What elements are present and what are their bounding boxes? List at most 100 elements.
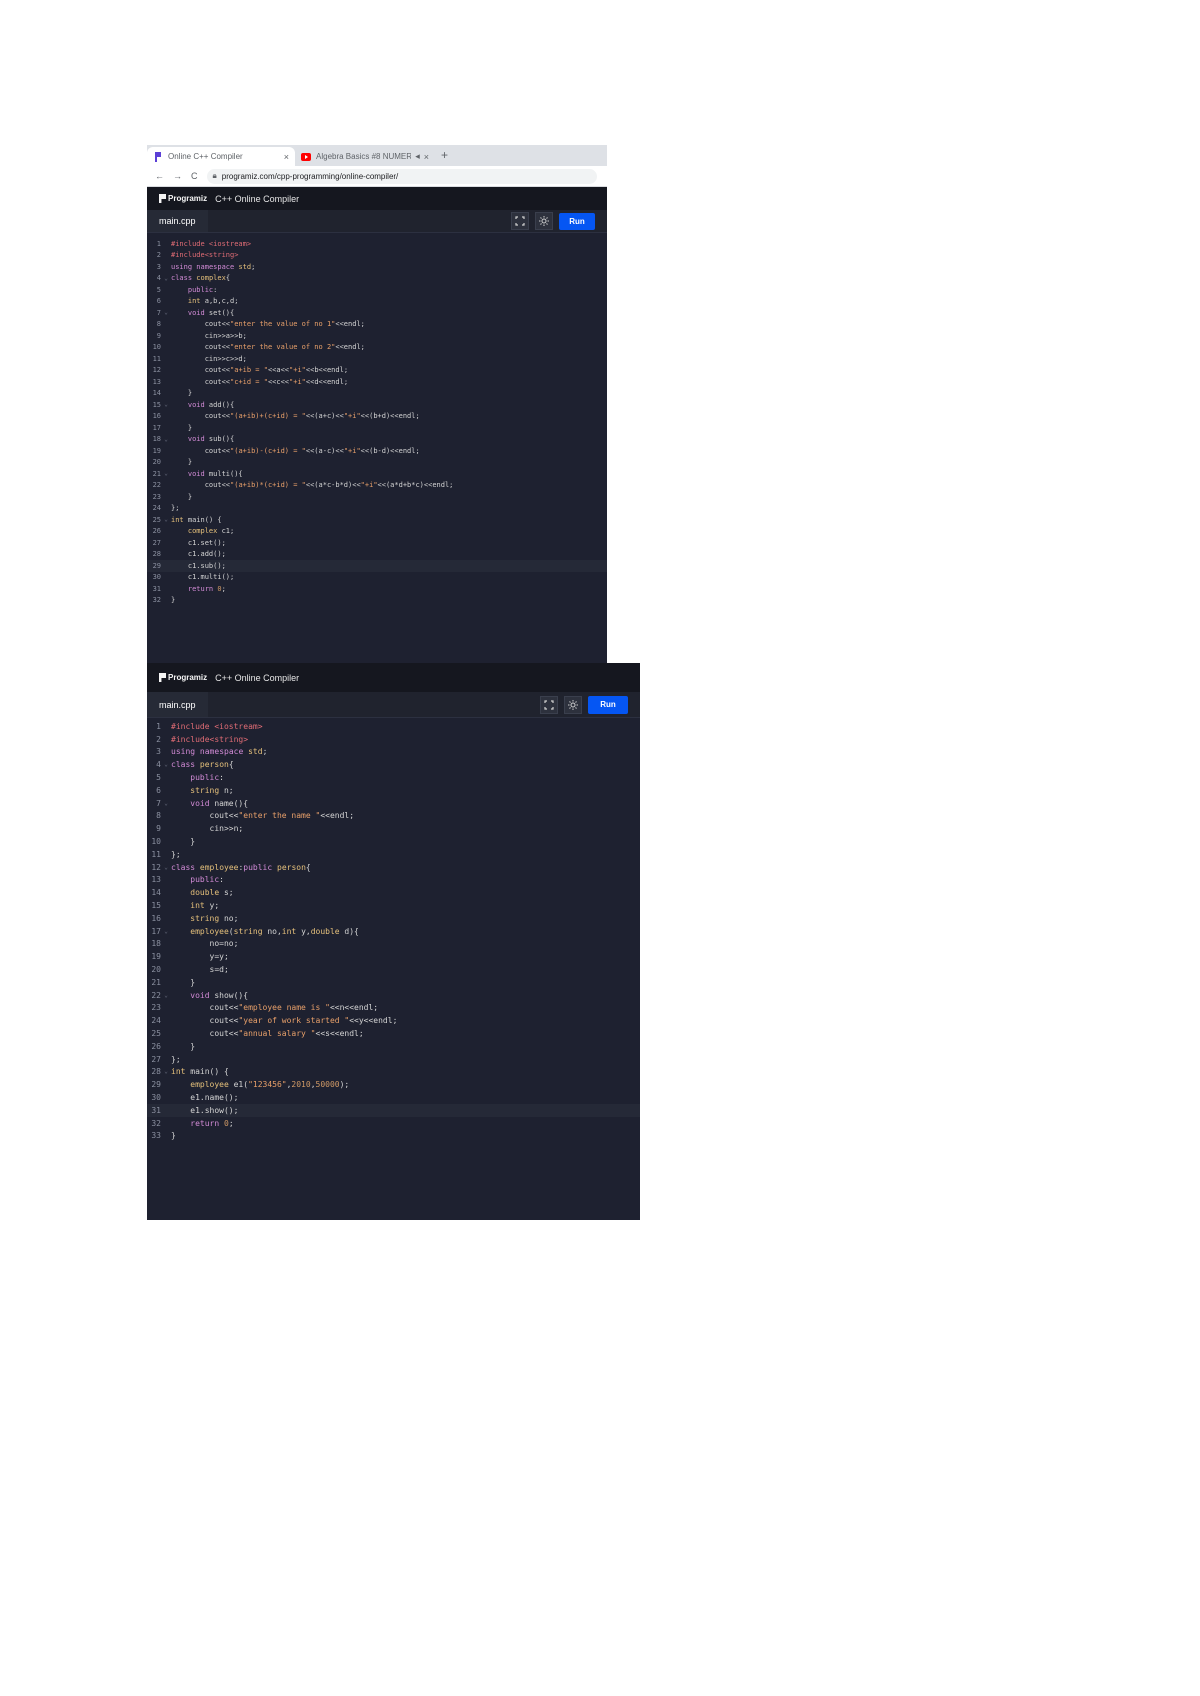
code-line[interactable]: 16 cout<<"(a+ib)+(c+id) = "<<(a+c)<<"+i"…	[147, 411, 607, 423]
programiz-logo[interactable]: Programiz	[159, 194, 207, 203]
code-line[interactable]: 22 ⌄ void show(){	[147, 989, 640, 1002]
code-line[interactable]: 32}	[147, 595, 607, 607]
code-line[interactable]: 11 cin>>c>>d;	[147, 353, 607, 365]
code-line[interactable]: 7 ⌄ void name(){	[147, 797, 640, 810]
code-line[interactable]: 17 }	[147, 422, 607, 434]
code-line[interactable]: 28 c1.add();	[147, 549, 607, 561]
code-line[interactable]: 10 }	[147, 835, 640, 848]
code-line[interactable]: 21 ⌄ void multi(){	[147, 468, 607, 480]
browser-tab-compiler[interactable]: Online C++ Compiler ×	[147, 147, 295, 166]
code-line[interactable]: 2 #include<string>	[147, 733, 640, 746]
code-line[interactable]: 23 }	[147, 491, 607, 503]
code-line[interactable]: 1 #include <iostream>	[147, 720, 640, 733]
fold-chevron-icon[interactable]: ⌄	[161, 1068, 171, 1075]
tab-close-icon[interactable]: ×	[284, 152, 289, 162]
code-line[interactable]: 1 #include <iostream>	[147, 238, 607, 250]
fold-chevron-icon[interactable]: ⌄	[161, 470, 171, 477]
code-line[interactable]: 29 c1.sub();	[147, 560, 607, 572]
speaker-icon[interactable]: ◂	[415, 151, 420, 162]
code-line[interactable]: 9 cin>>a>>b;	[147, 330, 607, 342]
code-line[interactable]: 13 cout<<"c+id = "<<c<<"+i"<<d<<endl;	[147, 376, 607, 388]
code-line[interactable]: 5 public:	[147, 284, 607, 296]
code-line[interactable]: 26 complex c1;	[147, 526, 607, 538]
fold-chevron-icon[interactable]: ⌄	[161, 800, 171, 807]
tab-close-icon[interactable]: ×	[424, 152, 429, 162]
code-line[interactable]: 7 ⌄ void set(){	[147, 307, 607, 319]
code-line[interactable]: 26 }	[147, 1040, 640, 1053]
code-line[interactable]: 18 no=no;	[147, 938, 640, 951]
code-line[interactable]: 6 string n;	[147, 784, 640, 797]
code-line[interactable]: 3 using namespace std;	[147, 261, 607, 273]
fullscreen-button[interactable]	[511, 212, 529, 230]
theme-toggle-button[interactable]	[535, 212, 553, 230]
fold-chevron-icon[interactable]: ⌄	[161, 275, 171, 282]
code-line[interactable]: 24};	[147, 503, 607, 515]
code-line[interactable]: 21 }	[147, 976, 640, 989]
code-line[interactable]: 27 c1.set();	[147, 537, 607, 549]
back-icon[interactable]: ←	[155, 171, 164, 181]
code-line[interactable]: 27};	[147, 1053, 640, 1066]
code-line[interactable]: 19 cout<<"(a+ib)-(c+id) = "<<(a-c)<<"+i"…	[147, 445, 607, 457]
code-line[interactable]: 30 c1.multi();	[147, 572, 607, 584]
code-line[interactable]: 11};	[147, 848, 640, 861]
code-line[interactable]: 23 cout<<"employee name is "<<n<<endl;	[147, 1002, 640, 1015]
code-line[interactable]: 6 int a,b,c,d;	[147, 296, 607, 308]
browser-tab-youtube[interactable]: Algebra Basics #8 NUMERIC ◂ ×	[295, 147, 435, 166]
code-line[interactable]: 4 ⌄ class complex{	[147, 273, 607, 285]
code-line[interactable]: 19 y=y;	[147, 950, 640, 963]
code-line[interactable]: 8 cout<<"enter the name "<<endl;	[147, 810, 640, 823]
code-editor[interactable]: 1 #include <iostream> 2 #include<string> 3 us…	[147, 718, 640, 1142]
code-line[interactable]: 28 ⌄ int main() {	[147, 1066, 640, 1079]
fold-chevron-icon[interactable]: ⌄	[161, 309, 171, 316]
code-line[interactable]: 2 #include<string>	[147, 250, 607, 262]
code-line[interactable]: 33}	[147, 1130, 640, 1143]
code-line[interactable]: 15 int y;	[147, 899, 640, 912]
code-line[interactable]: 30 e1.name();	[147, 1091, 640, 1104]
code-line[interactable]: 12 ⌄ class employee:public person{	[147, 861, 640, 874]
code-line[interactable]: 20 }	[147, 457, 607, 469]
code-editor[interactable]: 1 #include <iostream> 2 #include<string> 3 us…	[147, 233, 607, 606]
code-line[interactable]: 25 cout<<"annual salary "<<s<<endl;	[147, 1027, 640, 1040]
code-line[interactable]: 3 using namespace std;	[147, 746, 640, 759]
file-tab-main-cpp[interactable]: main.cpp	[147, 692, 208, 717]
code-line[interactable]: 15 ⌄ void add(){	[147, 399, 607, 411]
run-button[interactable]: Run	[559, 212, 595, 230]
run-button[interactable]: Run	[588, 695, 628, 714]
file-tab-main-cpp[interactable]: main.cpp	[147, 210, 208, 232]
code-line[interactable]: 5 public:	[147, 771, 640, 784]
code-line[interactable]: 32 return 0;	[147, 1117, 640, 1130]
forward-icon[interactable]: →	[173, 171, 182, 181]
fold-chevron-icon[interactable]: ⌄	[161, 516, 171, 523]
code-line[interactable]: 12 cout<<"a+ib = "<<a<<"+i"<<b<<endl;	[147, 365, 607, 377]
code-line[interactable]: 24 cout<<"year of work started "<<y<<end…	[147, 1014, 640, 1027]
code-line[interactable]: 8 cout<<"enter the value of no 1"<<endl;	[147, 319, 607, 331]
code-line[interactable]: 18 ⌄ void sub(){	[147, 434, 607, 446]
url-field[interactable]: 🔒︎ programiz.com/cpp-programming/online-…	[206, 168, 597, 184]
reload-icon[interactable]: C	[191, 171, 198, 181]
code-line[interactable]: 31 e1.show();	[147, 1103, 640, 1117]
programiz-logo[interactable]: Programiz	[159, 673, 207, 682]
code-line[interactable]: 10 cout<<"enter the value of no 2"<<endl…	[147, 342, 607, 354]
code-line[interactable]: 14 double s;	[147, 886, 640, 899]
code-line[interactable]: 29 employee e1("123456",2010,50000);	[147, 1078, 640, 1091]
fold-chevron-icon[interactable]: ⌄	[161, 992, 171, 999]
fold-chevron-icon[interactable]: ⌄	[161, 864, 171, 871]
code-line[interactable]: 17 ⌄ employee(string no,int y,double d){	[147, 925, 640, 938]
theme-toggle-button[interactable]	[564, 695, 582, 714]
new-tab-button[interactable]: +	[441, 148, 448, 162]
fold-chevron-icon[interactable]: ⌄	[161, 401, 171, 408]
code-line[interactable]: 20 s=d;	[147, 963, 640, 976]
fold-chevron-icon[interactable]: ⌄	[161, 436, 171, 443]
code-line[interactable]: 13 public:	[147, 874, 640, 887]
fold-chevron-icon[interactable]: ⌄	[161, 761, 171, 768]
fullscreen-button[interactable]	[540, 695, 558, 714]
code-line[interactable]: 9 cin>>n;	[147, 822, 640, 835]
code-line[interactable]: 4 ⌄ class person{	[147, 758, 640, 771]
code-line[interactable]: 14 }	[147, 388, 607, 400]
page-title: C++ Online Compiler	[215, 672, 300, 683]
code-line[interactable]: 31 return 0;	[147, 583, 607, 595]
code-line[interactable]: 16 string no;	[147, 912, 640, 925]
fold-chevron-icon[interactable]: ⌄	[161, 928, 171, 935]
code-line[interactable]: 25 ⌄ int main() {	[147, 514, 607, 526]
code-line[interactable]: 22 cout<<"(a+ib)*(c+id) = "<<(a*c-b*d)<<…	[147, 480, 607, 492]
